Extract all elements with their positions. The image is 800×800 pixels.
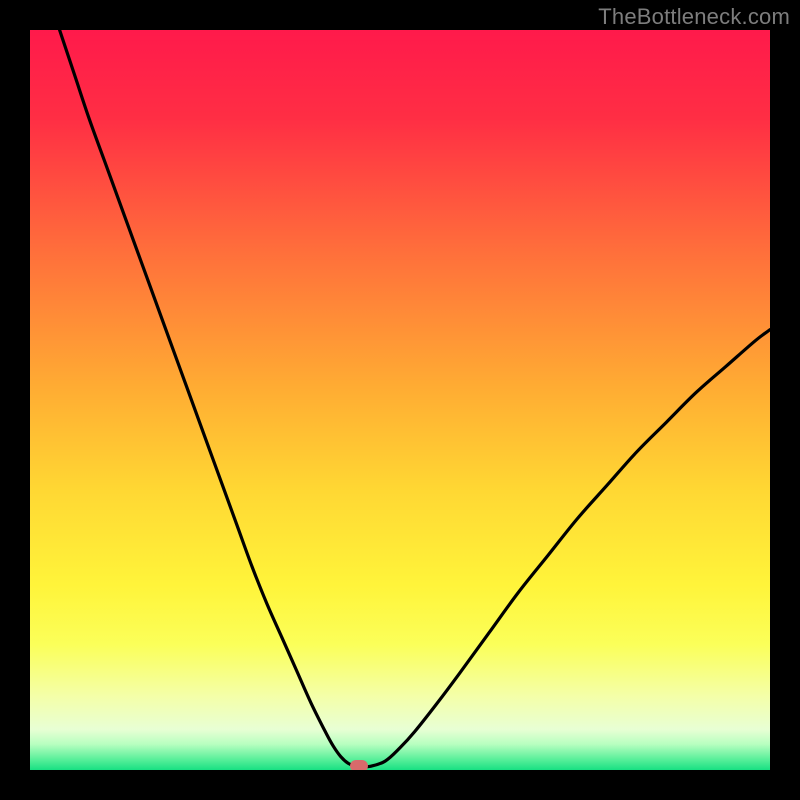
optimal-marker (350, 760, 368, 770)
plot-area (30, 30, 770, 770)
chart-frame: TheBottleneck.com (0, 0, 800, 800)
watermark-text: TheBottleneck.com (598, 4, 790, 30)
curve-svg (30, 30, 770, 770)
bottleneck-curve (60, 30, 770, 767)
